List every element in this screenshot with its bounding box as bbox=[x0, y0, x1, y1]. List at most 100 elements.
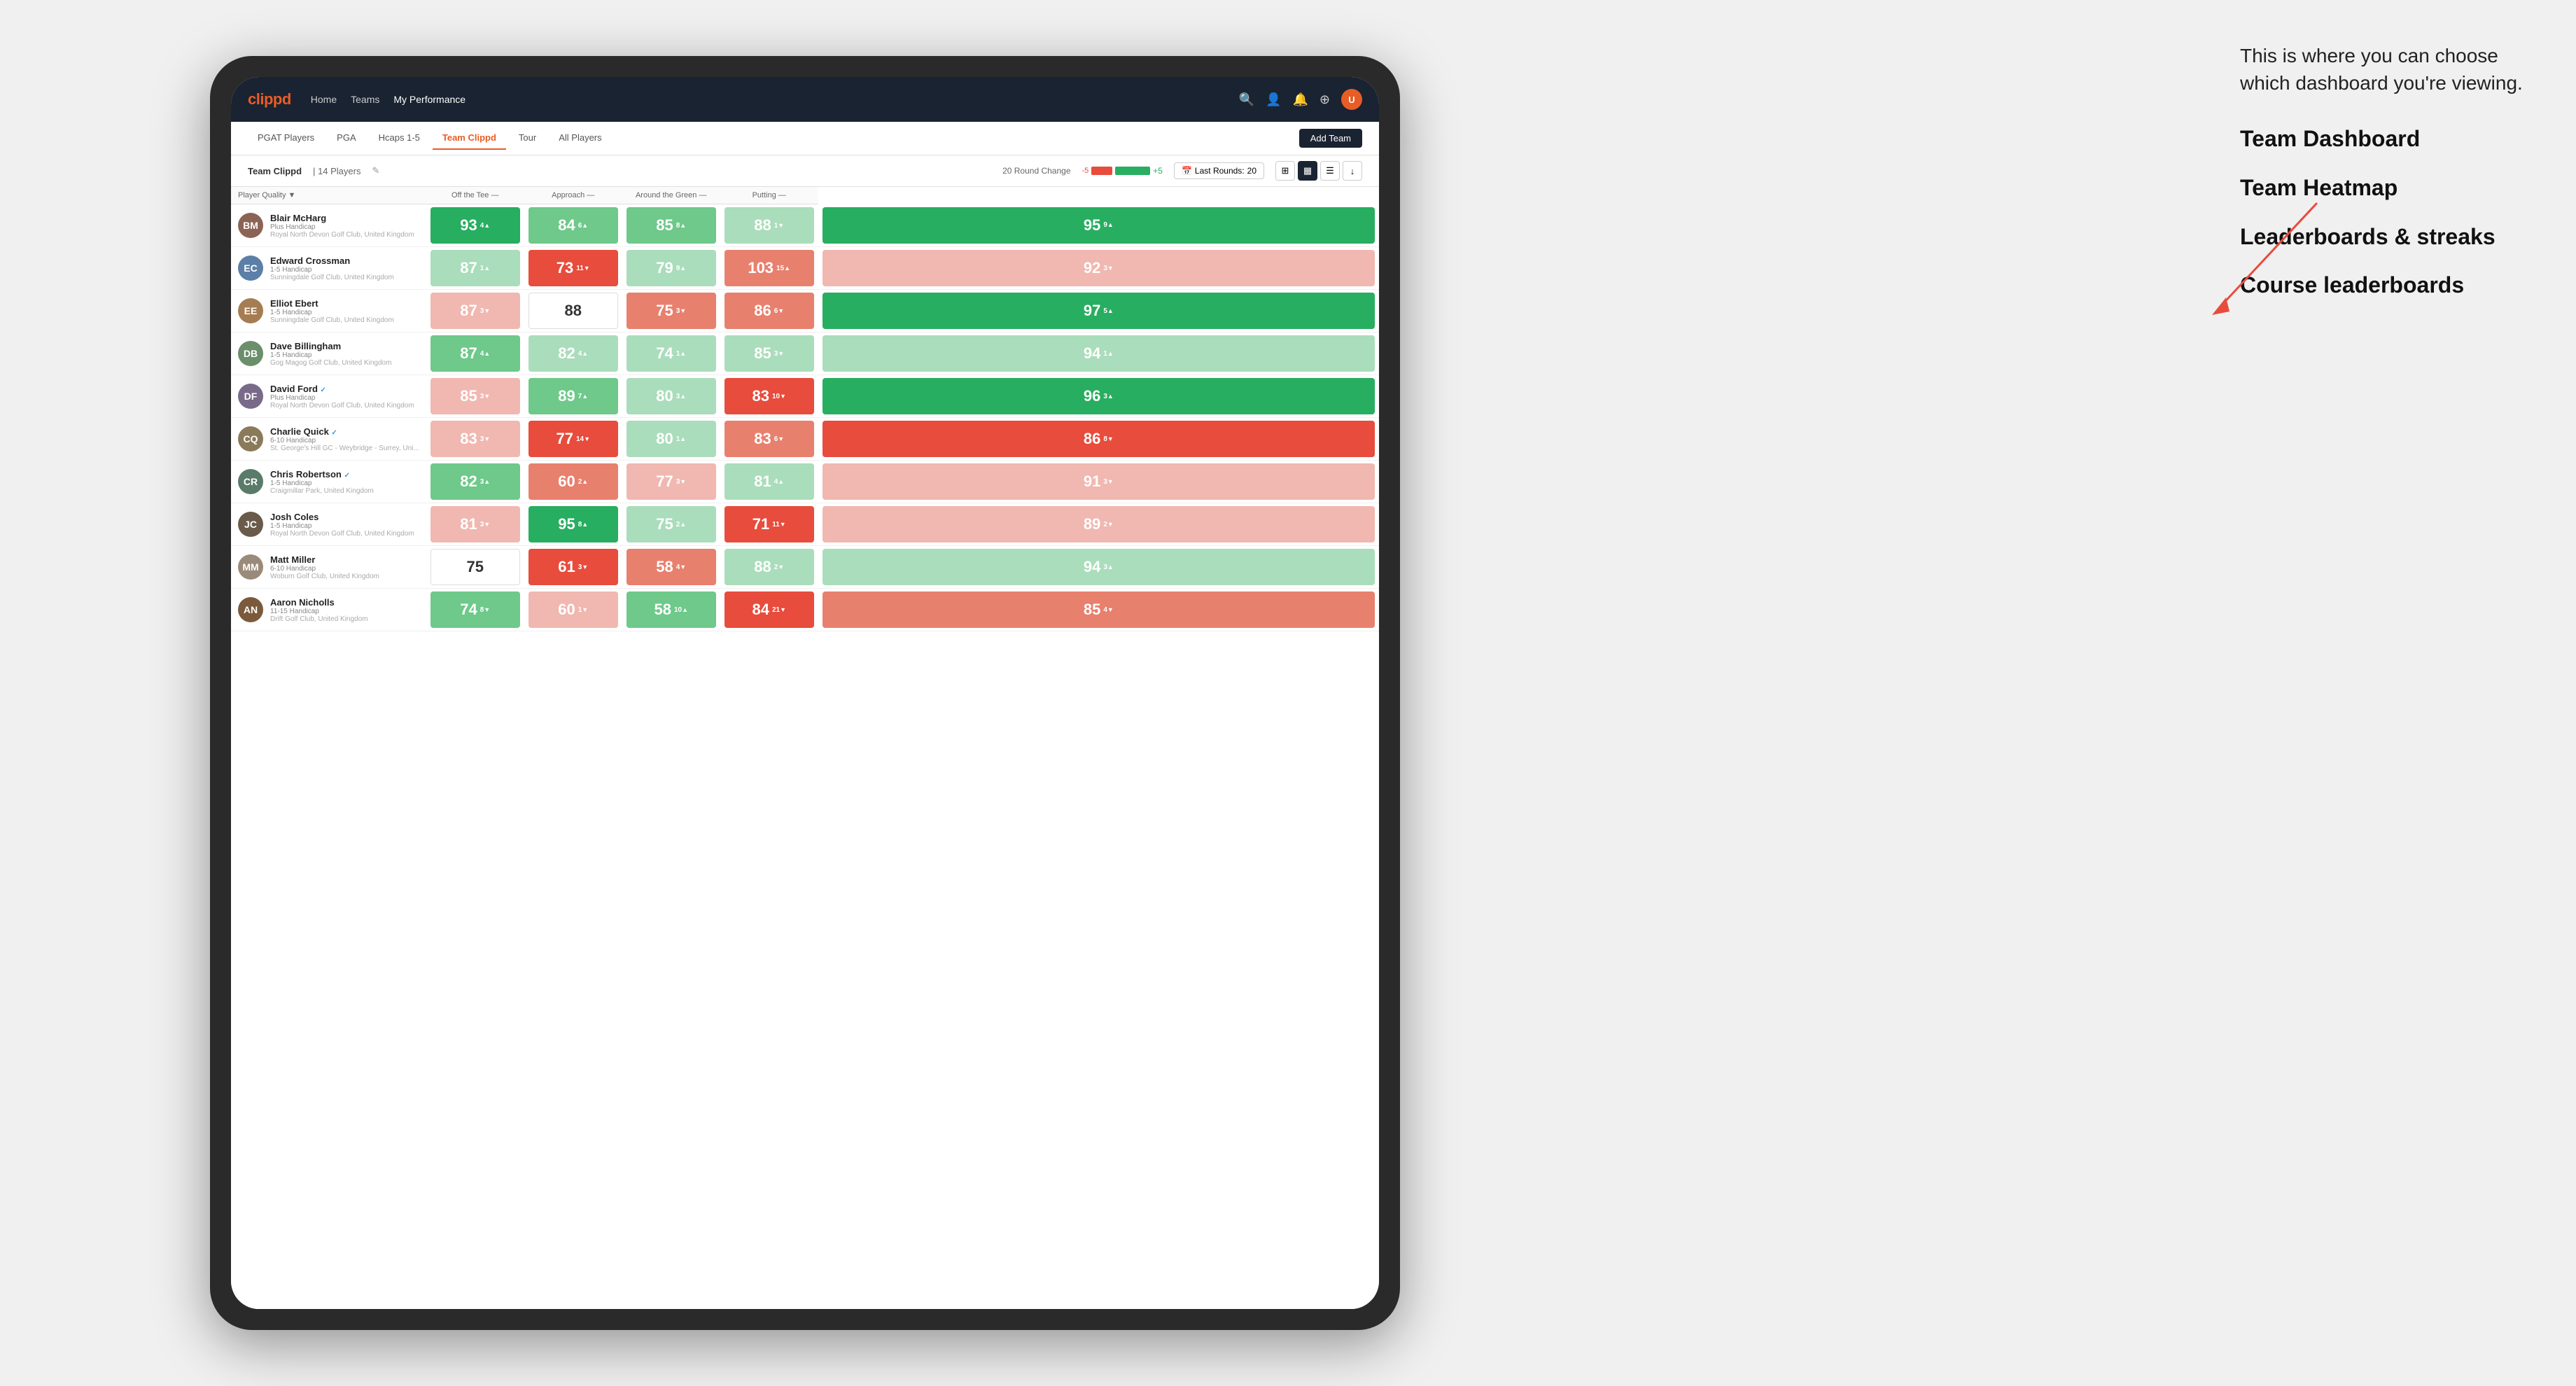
player-handicap: 6-10 Handicap bbox=[270, 565, 419, 573]
score-value: 88 bbox=[564, 302, 581, 320]
player-name: Edward Crossman bbox=[270, 255, 419, 266]
score-cell-approach: 75 3▼ bbox=[622, 290, 720, 332]
arrow-down-icon: ▼ bbox=[780, 606, 786, 613]
nav-home[interactable]: Home bbox=[311, 91, 337, 108]
edit-icon[interactable]: ✎ bbox=[372, 165, 379, 176]
arrow-up-icon: ▲ bbox=[680, 222, 686, 229]
table-row[interactable]: AN Aaron Nicholls 11-15 Handicap Drift G… bbox=[231, 589, 1379, 631]
team-bar: Team Clippd | 14 Players ✎ 20 Round Chan… bbox=[231, 155, 1379, 187]
change-value: 8▲ bbox=[578, 521, 588, 528]
score-change: 3▼ bbox=[1103, 478, 1113, 486]
option-team-dashboard[interactable]: Team Dashboard bbox=[2240, 125, 2534, 154]
score-box: 77 3▼ bbox=[626, 463, 716, 500]
tab-tour[interactable]: Tour bbox=[509, 127, 546, 150]
grid-view-button[interactable]: ⊞ bbox=[1275, 161, 1295, 181]
app-logo: clippd bbox=[248, 90, 291, 108]
score-box: 58 4▼ bbox=[626, 549, 716, 585]
change-value: 4▲ bbox=[578, 350, 588, 358]
bell-icon[interactable]: 🔔 bbox=[1292, 92, 1308, 107]
nav-my-performance[interactable]: My Performance bbox=[393, 91, 465, 108]
tablet-frame: clippd Home Teams My Performance 🔍 👤 🔔 ⊕… bbox=[210, 56, 1400, 1330]
table-row[interactable]: CQ Charlie Quick ✓ 6-10 Handicap St. Geo… bbox=[231, 418, 1379, 461]
player-name: Dave Billingham bbox=[270, 341, 419, 351]
change-value: 10▼ bbox=[772, 393, 786, 400]
score-box: 87 1▲ bbox=[430, 250, 520, 286]
score-value: 58 bbox=[654, 601, 671, 619]
change-value: 14▼ bbox=[576, 435, 590, 443]
score-value: 96 bbox=[1084, 387, 1100, 405]
download-button[interactable]: ↓ bbox=[1343, 161, 1362, 181]
table-row[interactable]: MM Matt Miller 6-10 Handicap Woburn Golf… bbox=[231, 546, 1379, 589]
score-value: 60 bbox=[558, 472, 575, 491]
change-value: 3▼ bbox=[578, 564, 588, 571]
nav-links: Home Teams My Performance bbox=[311, 91, 1239, 108]
score-cell-off_tee: 61 3▼ bbox=[524, 546, 622, 589]
tablet-screen: clippd Home Teams My Performance 🔍 👤 🔔 ⊕… bbox=[231, 77, 1379, 1309]
score-value: 83 bbox=[754, 430, 771, 448]
score-change: 11▼ bbox=[576, 265, 590, 272]
player-cell: JC Josh Coles 1-5 Handicap Royal North D… bbox=[231, 506, 426, 543]
score-change: 3▼ bbox=[676, 478, 686, 486]
score-value: 94 bbox=[1084, 558, 1100, 576]
player-name: Chris Robertson ✓ bbox=[270, 469, 419, 479]
arrow-down-icon: ▼ bbox=[778, 307, 784, 314]
score-value: 80 bbox=[656, 387, 673, 405]
tab-pgat-players[interactable]: PGAT Players bbox=[248, 127, 324, 150]
table-row[interactable]: BM Blair McHarg Plus Handicap Royal Nort… bbox=[231, 204, 1379, 247]
change-value: 10▲ bbox=[674, 606, 688, 614]
table-row[interactable]: JC Josh Coles 1-5 Handicap Royal North D… bbox=[231, 503, 1379, 546]
player-avatar: EC bbox=[238, 255, 263, 281]
score-cell-off_tee: 60 1▼ bbox=[524, 589, 622, 631]
last-rounds-button[interactable]: 📅 Last Rounds: 20 bbox=[1174, 162, 1264, 179]
table-row[interactable]: DB Dave Billingham 1-5 Handicap Gog Mago… bbox=[231, 332, 1379, 375]
arrow-down-icon: ▼ bbox=[584, 435, 590, 442]
player-club: Woburn Golf Club, United Kingdom bbox=[270, 573, 419, 580]
avatar[interactable]: U bbox=[1341, 89, 1362, 110]
score-value: 94 bbox=[1084, 344, 1100, 363]
score-value: 73 bbox=[556, 259, 573, 277]
tab-pga[interactable]: PGA bbox=[327, 127, 365, 150]
score-value: 82 bbox=[460, 472, 477, 491]
nav-teams[interactable]: Teams bbox=[351, 91, 379, 108]
score-box: 86 8▼ bbox=[822, 421, 1375, 457]
change-value: 3▼ bbox=[480, 435, 490, 443]
change-value: 8▼ bbox=[1103, 435, 1113, 443]
tab-team-clippd[interactable]: Team Clippd bbox=[433, 127, 506, 150]
score-change: 10▲ bbox=[674, 606, 688, 614]
tab-hcaps[interactable]: Hcaps 1-5 bbox=[369, 127, 430, 150]
score-box: 83 3▼ bbox=[430, 421, 520, 457]
score-box: 85 8▲ bbox=[626, 207, 716, 244]
score-change: 3▼ bbox=[774, 350, 784, 358]
verified-icon: ✓ bbox=[321, 386, 326, 394]
change-value: 6▲ bbox=[578, 222, 588, 230]
settings-icon[interactable]: ⊕ bbox=[1320, 92, 1330, 107]
search-icon[interactable]: 🔍 bbox=[1239, 92, 1254, 107]
bar-neg-label: -5 bbox=[1082, 167, 1089, 175]
score-cell-player_quality: 81 3▼ bbox=[426, 503, 524, 546]
table-row[interactable]: CR Chris Robertson ✓ 1-5 Handicap Craigm… bbox=[231, 461, 1379, 503]
table-row[interactable]: EC Edward Crossman 1-5 Handicap Sunningd… bbox=[231, 247, 1379, 290]
score-value: 89 bbox=[558, 387, 575, 405]
player-avatar: CQ bbox=[238, 426, 263, 451]
table-row[interactable]: EE Elliot Ebert 1-5 Handicap Sunningdale… bbox=[231, 290, 1379, 332]
bar-red bbox=[1091, 167, 1112, 175]
arrow-down-icon: ▼ bbox=[484, 521, 490, 528]
score-box: 73 11▼ bbox=[528, 250, 618, 286]
score-value: 74 bbox=[656, 344, 673, 363]
add-team-button[interactable]: Add Team bbox=[1299, 129, 1362, 148]
score-cell-putting: 96 3▲ bbox=[818, 375, 1379, 418]
list-view-button[interactable]: ☰ bbox=[1320, 161, 1340, 181]
table-row[interactable]: DF David Ford ✓ Plus Handicap Royal Nort… bbox=[231, 375, 1379, 418]
player-club: Gog Magog Golf Club, United Kingdom bbox=[270, 359, 419, 367]
player-handicap: 6-10 Handicap bbox=[270, 437, 419, 444]
arrow-down-icon: ▼ bbox=[680, 478, 686, 485]
arrow-up-icon: ▲ bbox=[1107, 564, 1114, 570]
score-cell-putting: 95 9▲ bbox=[818, 204, 1379, 247]
tab-all-players[interactable]: All Players bbox=[549, 127, 611, 150]
user-icon[interactable]: 👤 bbox=[1266, 92, 1281, 107]
change-value: 4▲ bbox=[480, 350, 490, 358]
score-change: 6▲ bbox=[578, 222, 588, 230]
heatmap-view-button[interactable]: ▦ bbox=[1298, 161, 1317, 181]
score-cell-off_tee: 84 6▲ bbox=[524, 204, 622, 247]
score-cell-approach: 79 9▲ bbox=[622, 247, 720, 290]
